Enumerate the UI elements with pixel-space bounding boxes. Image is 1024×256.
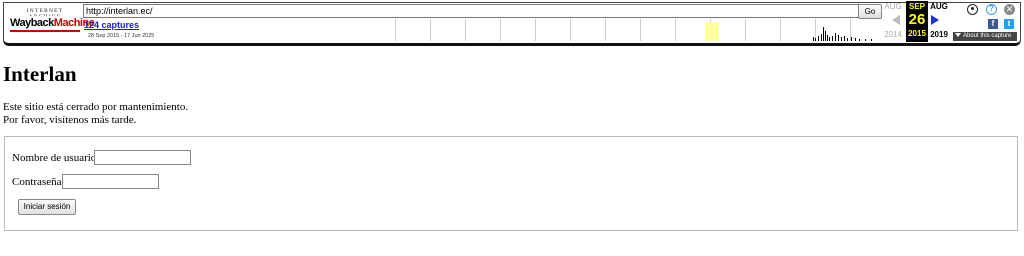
close-icon[interactable]: ✕ (1004, 4, 1015, 15)
sparkline-gridlines (395, 19, 851, 41)
current-capture-day: 26 (908, 11, 926, 28)
wayback-toolbar: INTERNET ARCHIVE WaybackMachine http://i… (0, 0, 1024, 47)
sparkline-highlight-year (705, 22, 719, 41)
facebook-icon[interactable]: f (988, 19, 998, 29)
help-icon[interactable]: ? (986, 4, 997, 15)
prev-capture-year[interactable]: 2014 (881, 30, 905, 39)
wayback-url-input[interactable]: http://interlan.ec/ (83, 4, 859, 18)
captures-link[interactable]: 124 captures (84, 20, 139, 30)
password-label: Contraseña (12, 176, 62, 188)
sparkline-bars (813, 27, 872, 41)
capture-sparkline[interactable] (395, 19, 880, 41)
prev-capture-month[interactable]: AUG (881, 2, 905, 11)
user-icon[interactable] (967, 4, 978, 15)
next-capture-year[interactable]: 2019 (927, 30, 951, 39)
go-button[interactable]: Go (858, 4, 882, 19)
current-capture-date: SEP 26 2015 (906, 1, 928, 42)
current-capture-year: 2015 (908, 29, 926, 38)
next-capture-month[interactable]: AUG (927, 2, 951, 11)
next-capture-arrow-icon[interactable] (931, 15, 939, 25)
username-label: Nombre de usuario (12, 152, 97, 164)
wayback-logo[interactable]: INTERNET ARCHIVE WaybackMachine (10, 8, 95, 38)
maintenance-message-line2: Por favor, visítenos más tarde. (3, 114, 137, 126)
prev-capture-arrow-icon[interactable] (892, 15, 900, 25)
maintenance-message-line1: Este sitio está cerrado por mantenimient… (3, 101, 189, 113)
capture-date-range: 28 Sep 2015 - 17 Jun 2025 (88, 33, 155, 39)
chevron-down-icon (955, 33, 961, 38)
logo-wayback-machine-text: WaybackMachine (10, 16, 95, 32)
about-capture-label: About this capture (963, 33, 1012, 39)
password-field[interactable] (62, 174, 159, 189)
page-title: Interlan (3, 62, 77, 86)
login-button[interactable]: Iniciar sesión (18, 199, 76, 215)
twitter-icon[interactable]: t (1004, 19, 1014, 29)
about-capture-button[interactable]: About this capture (953, 32, 1017, 41)
username-field[interactable] (94, 150, 191, 165)
